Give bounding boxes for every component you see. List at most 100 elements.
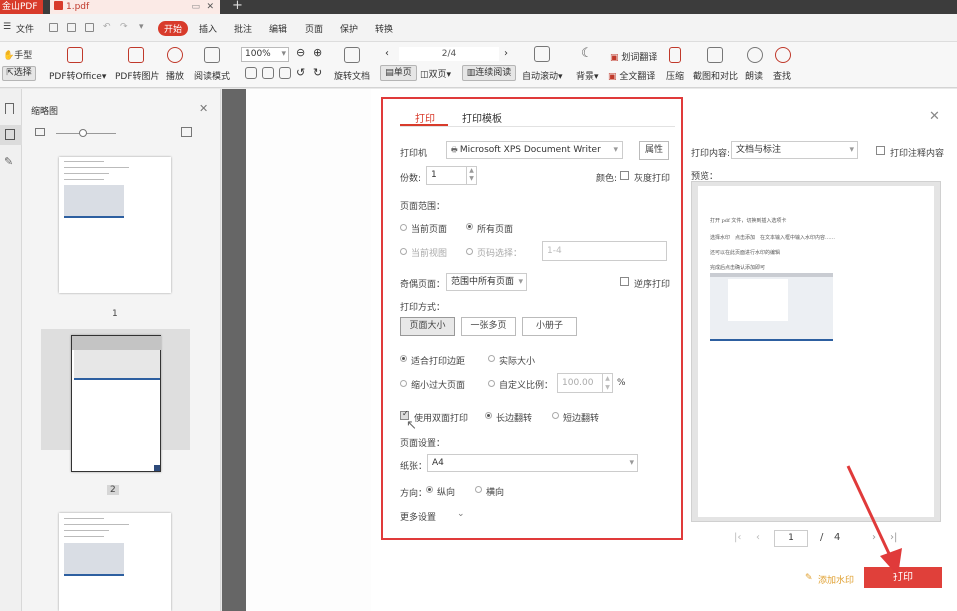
hand-tool-button[interactable]: ✋手型 <box>3 48 32 61</box>
last-page-icon[interactable] <box>534 46 550 62</box>
undo-icon[interactable]: ↶ <box>103 22 111 32</box>
thumbnail-page-1[interactable] <box>59 157 171 293</box>
tab-print-template[interactable]: 打印模板 <box>462 110 502 125</box>
hamburger-menu-icon[interactable]: ☰ <box>3 22 11 32</box>
small-thumb-size-icon <box>35 128 45 136</box>
fit-margin-radio[interactable] <box>400 355 407 362</box>
find-icon <box>775 47 791 63</box>
custom-scale-radio[interactable] <box>488 380 495 387</box>
page-select-radio[interactable] <box>466 248 473 255</box>
double-page-button[interactable]: ◫双页▾ <box>420 67 451 80</box>
play-button[interactable]: 播放 <box>166 69 184 82</box>
printer-select[interactable]: 🖶 Microsoft XPS Document Writer ▾ <box>446 141 623 159</box>
odd-even-value: 范围中所有页面 <box>451 277 515 287</box>
print-icon[interactable] <box>85 23 94 32</box>
read-aloud-button[interactable]: 朗读 <box>745 69 763 82</box>
page-select-input[interactable]: 1-4 <box>542 241 667 261</box>
background-button[interactable]: 背景▾ <box>576 69 599 82</box>
preview-page-input[interactable]: 1 <box>774 530 808 547</box>
long-edge-radio[interactable] <box>485 412 492 419</box>
find-button[interactable]: 查找 <box>773 69 791 82</box>
zoom-in-icon[interactable]: ⊕ <box>313 46 322 59</box>
document-tab[interactable]: 1.pdf ▭ ✕ <box>50 0 220 14</box>
page-range-label: 页面范围： <box>400 202 446 212</box>
actual-size-icon[interactable] <box>279 67 291 79</box>
portrait-radio[interactable] <box>426 486 433 493</box>
preview-first-page-icon[interactable]: |‹ <box>734 532 741 543</box>
slider-handle[interactable] <box>79 129 87 137</box>
menu-convert[interactable]: 转换 <box>375 22 393 35</box>
auto-scroll-button[interactable]: 自动滚动▾ <box>522 69 563 82</box>
menu-start[interactable]: 开始 <box>158 21 189 36</box>
custom-scale-input[interactable]: 100.00 ▲ ▼ <box>557 373 613 393</box>
chevron-down-icon[interactable]: ⌄ <box>457 509 465 519</box>
fit-width-icon[interactable] <box>262 67 274 79</box>
short-edge-radio[interactable] <box>552 412 559 419</box>
read-mode-button[interactable]: 阅读模式 <box>194 69 230 82</box>
screenshot-compare-button[interactable]: 截图和对比 <box>693 69 738 82</box>
next-page-icon[interactable]: › <box>504 48 508 59</box>
properties-button[interactable]: 属性 <box>639 141 669 160</box>
menu-annotate[interactable]: 批注 <box>234 22 252 35</box>
paper-value: A4 <box>432 458 444 468</box>
current-page-radio[interactable] <box>400 224 407 231</box>
prev-page-icon[interactable]: ‹ <box>385 48 389 59</box>
close-panel-icon[interactable]: ✕ <box>199 102 208 115</box>
quick-access-dropdown-icon[interactable]: ▾ <box>139 22 144 32</box>
save-icon[interactable] <box>67 23 76 32</box>
tab-print[interactable]: 打印 <box>415 110 435 125</box>
copies-input[interactable]: 1 ▲ ▼ <box>426 166 477 185</box>
page-number-input[interactable]: 2/4 <box>399 47 499 61</box>
menu-page[interactable]: 页面 <box>305 22 323 35</box>
menu-file[interactable]: 文件 <box>16 22 34 35</box>
pdf-to-office-button[interactable]: PDF转Office▾ <box>49 69 106 82</box>
zoom-out-icon[interactable]: ⊖ <box>296 46 305 59</box>
reverse-print-checkbox[interactable] <box>620 277 629 286</box>
full-translate-button[interactable]: ▣ 全文翻译 <box>608 69 655 82</box>
multi-page-button[interactable]: 一张多页 <box>461 317 516 336</box>
single-page-button[interactable]: ▤单页 <box>380 65 417 81</box>
actual-size-radio[interactable] <box>488 355 495 362</box>
rotate-document-button[interactable]: 旋转文档 <box>334 69 370 82</box>
thumbnail-page-3[interactable] <box>59 513 171 611</box>
page-size-button[interactable]: 页面大小 <box>400 317 455 336</box>
check-icon: ✓ <box>402 409 409 418</box>
close-dialog-icon[interactable]: ✕ <box>929 109 940 124</box>
app-name-tab[interactable]: 金山PDF <box>0 0 43 14</box>
fit-page-icon[interactable] <box>245 67 257 79</box>
odd-even-select[interactable]: 范围中所有页面 ▾ <box>446 273 527 291</box>
pin-icon[interactable]: ▭ <box>191 0 200 14</box>
shrink-large-radio[interactable] <box>400 380 407 387</box>
compress-button[interactable]: 压缩 <box>666 69 684 82</box>
menu-protect[interactable]: 保护 <box>340 22 358 35</box>
word-translate-button[interactable]: ▣ 划词翻译 <box>610 50 657 63</box>
open-icon[interactable] <box>49 23 58 32</box>
select-tool-button[interactable]: ⇱选择 <box>2 66 36 81</box>
current-view-radio[interactable] <box>400 248 407 255</box>
close-tab-icon[interactable]: ✕ <box>206 0 214 14</box>
stepper-icon[interactable]: ▲ ▼ <box>602 374 612 392</box>
new-tab-icon[interactable]: + <box>232 0 243 13</box>
signature-icon[interactable]: ✎ <box>4 155 13 168</box>
thumbnail-icon[interactable] <box>5 129 15 140</box>
booklet-button[interactable]: 小册子 <box>522 317 577 336</box>
pdf-to-image-button[interactable]: PDF转图片 <box>115 69 160 82</box>
menu-edit[interactable]: 编辑 <box>269 22 287 35</box>
redo-icon[interactable]: ↷ <box>120 22 128 32</box>
rotate-right-icon[interactable]: ↻ <box>313 66 322 79</box>
thumbnail-page-2[interactable] <box>71 335 161 472</box>
print-content-select[interactable]: 文档与标注 ▾ <box>731 141 858 159</box>
continuous-read-button[interactable]: ▥连续阅读 <box>462 65 516 81</box>
zoom-select[interactable]: 100% ▾ <box>241 47 289 62</box>
landscape-radio[interactable] <box>475 486 482 493</box>
print-annotations-checkbox[interactable] <box>876 146 885 155</box>
grayscale-checkbox[interactable] <box>620 171 629 180</box>
bookmark-icon[interactable] <box>5 103 14 114</box>
menu-insert[interactable]: 插入 <box>199 22 217 35</box>
more-settings-link[interactable]: 更多设置 <box>400 510 436 523</box>
preview-prev-page-icon[interactable]: ‹ <box>756 532 760 543</box>
rotate-left-icon[interactable]: ↺ <box>296 66 305 79</box>
paper-select[interactable]: A4 ▾ <box>427 454 638 472</box>
stepper-icon[interactable]: ▲ ▼ <box>466 167 476 184</box>
all-pages-radio[interactable] <box>466 223 473 230</box>
